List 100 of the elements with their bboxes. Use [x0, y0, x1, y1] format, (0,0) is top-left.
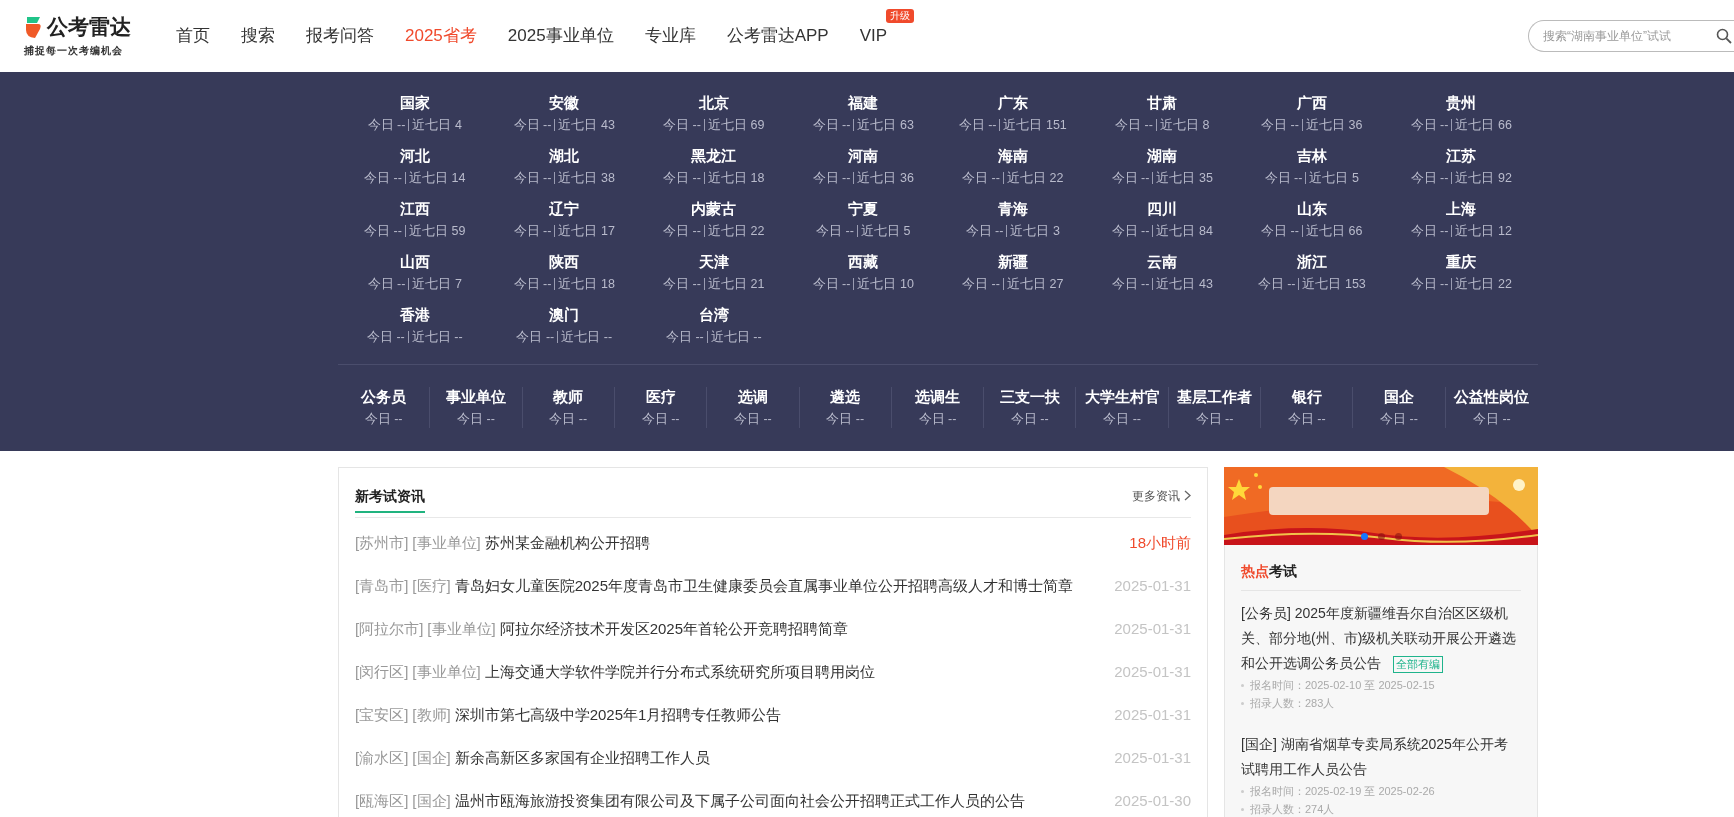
week-count: 近七日 59	[408, 223, 466, 240]
region-link[interactable]: 新疆	[997, 252, 1028, 272]
category-link[interactable]: 银行	[1291, 387, 1322, 407]
nav-link[interactable]: 首页	[176, 26, 210, 46]
region-link[interactable]: 天津	[698, 252, 729, 272]
category-link[interactable]: 选调	[737, 387, 768, 407]
week-count: 近七日 --	[561, 329, 613, 346]
region-link[interactable]: 内蒙古	[691, 199, 737, 219]
region-link[interactable]: 陕西	[549, 252, 580, 272]
today-count: 今日 --	[367, 276, 406, 293]
region-link[interactable]: 台湾	[698, 305, 729, 325]
week-count: 近七日 22	[1455, 276, 1512, 293]
region-link[interactable]: 云南	[1147, 252, 1178, 272]
nav-link[interactable]: 报考问答	[306, 26, 374, 46]
region-link[interactable]: 香港	[399, 305, 430, 325]
region-link[interactable]: 青海	[997, 199, 1028, 219]
region-link[interactable]: 甘肃	[1147, 93, 1178, 113]
news-link[interactable]: 温州市瓯海旅游投资集团有限公司及下属子公司面向社会公开招聘正式工作人员的公告	[454, 790, 1025, 813]
nav-link[interactable]: 专业库	[644, 26, 696, 46]
exam-info: 招录人数：274人	[1250, 802, 1335, 817]
category-link[interactable]: 事业单位	[445, 387, 506, 407]
section-title: 新考试资讯	[355, 486, 425, 513]
category-link[interactable]: 教师	[553, 387, 584, 407]
category-link[interactable]: 公益性岗位	[1454, 387, 1530, 407]
news-link[interactable]: 苏州某金融机构公开招聘	[484, 532, 650, 555]
tag-label: 全部有编	[1393, 656, 1443, 673]
week-count: 近七日 --	[411, 329, 463, 346]
region-link[interactable]: 吉林	[1296, 146, 1327, 166]
region-link[interactable]: 河南	[848, 146, 879, 166]
region-link[interactable]: 海南	[997, 146, 1028, 166]
week-count: 近七日 5	[860, 223, 911, 240]
category-tag: [事业单位]	[412, 661, 481, 684]
region-tag: [渝水区]	[355, 747, 409, 770]
week-count: 近七日 5	[1309, 170, 1359, 187]
week-count: 近七日 14	[408, 170, 466, 187]
today-count: 今日 --	[513, 276, 552, 293]
exam-link[interactable]: [公务员] 2025年度新疆维吾尔自治区区级机关、部分地(州、市)级机关联动开展公开遴选和公开选调公务员公告 全部有编	[1241, 601, 1521, 676]
region-link[interactable]: 北京	[698, 93, 729, 113]
region-link[interactable]: 国家	[399, 93, 430, 113]
region-link[interactable]: 湖北	[549, 146, 580, 166]
news-link[interactable]: 深圳市第七高级中学2025年1月招聘专任教师公告	[454, 704, 782, 727]
news-link[interactable]: 青岛妇女儿童医院2025年度青岛市卫生健康委员会直属事业单位公开招聘高级人才和博士简章	[454, 575, 1074, 598]
region-link[interactable]: 上海	[1446, 199, 1477, 219]
today-count: 今日 --	[1264, 170, 1303, 187]
region-link[interactable]: 西藏	[848, 252, 879, 272]
region-link[interactable]: 宁夏	[848, 199, 879, 219]
search-field[interactable]: 搜索“湖南事业单位”试试	[1528, 20, 1734, 52]
category-link[interactable]: 医疗	[645, 387, 676, 407]
week-count: 近七日 36	[857, 170, 914, 187]
region-link[interactable]: 江苏	[1446, 146, 1477, 166]
region-link[interactable]: 山东	[1296, 199, 1327, 219]
region-link[interactable]: 广东	[997, 93, 1028, 113]
nav-link[interactable]: VIP	[859, 26, 888, 46]
news-link[interactable]: 新余高新区多家国有企业招聘工作人员	[454, 747, 710, 770]
nav-link[interactable]: 2025事业单位	[507, 26, 614, 46]
category-link[interactable]: 选调生	[915, 387, 960, 407]
today-count: 今日 --	[962, 170, 1000, 187]
region-link[interactable]: 四川	[1147, 199, 1178, 219]
today-count: 今日 --	[1257, 276, 1296, 293]
search-icon[interactable]	[1716, 28, 1732, 44]
region-link[interactable]: 贵州	[1446, 93, 1477, 113]
region-link[interactable]: 澳门	[549, 305, 580, 325]
category-tag: [事业单位]	[412, 532, 481, 555]
today-count: 今日 --	[733, 411, 772, 428]
region-link[interactable]: 浙江	[1296, 252, 1327, 272]
category-link[interactable]: 三支一扶	[999, 387, 1060, 407]
region-link[interactable]: 广西	[1296, 93, 1327, 113]
category-tag: [医疗]	[412, 575, 451, 598]
category-link[interactable]: 遴选	[830, 387, 861, 407]
region-link[interactable]: 福建	[848, 93, 879, 113]
region-link[interactable]: 黑龙江	[691, 146, 737, 166]
category-link[interactable]: 基层工作者	[1176, 387, 1252, 407]
region-link[interactable]: 重庆	[1446, 252, 1477, 272]
exam-info: 报名时间：2025-02-10 至 2025-02-15	[1250, 678, 1435, 693]
category-link[interactable]: 公务员	[361, 387, 407, 407]
week-count: 近七日 36	[1305, 117, 1363, 134]
news-link[interactable]: 阿拉尔经济技术开发区2025年首轮公开竞聘招聘简章	[499, 618, 849, 641]
category-link[interactable]: 国企	[1384, 387, 1415, 407]
region-link[interactable]: 河北	[399, 146, 430, 166]
today-count: 今日 --	[965, 223, 1004, 240]
today-count: 今日 --	[1410, 223, 1449, 240]
week-count: 近七日 22	[707, 223, 765, 240]
region-link[interactable]: 山西	[399, 252, 430, 272]
region-link[interactable]: 安徽	[549, 93, 580, 113]
region-link[interactable]: 辽宁	[549, 199, 580, 219]
nav-link[interactable]: 2025省考	[405, 26, 477, 46]
region-link[interactable]: 江西	[399, 199, 430, 219]
today-count: 今日 --	[364, 170, 402, 187]
exam-link[interactable]: [国企] 湖南省烟草专卖局系统2025年公开考试聘用工作人员公告	[1241, 732, 1521, 782]
today-count: 今日 --	[513, 223, 552, 240]
category-link[interactable]: 大学生村官	[1084, 387, 1160, 407]
today-count: 今日 --	[366, 329, 405, 346]
nav-link[interactable]: 搜索	[241, 26, 275, 46]
week-count: 近七日 3	[1010, 223, 1060, 240]
today-count: 今日 --	[1410, 117, 1449, 134]
region-link[interactable]: 湖南	[1147, 146, 1178, 166]
today-count: 今日 --	[663, 276, 701, 293]
news-link[interactable]: 上海交通大学软件学院并行分布式系统研究所项目聘用岗位	[484, 661, 875, 684]
more-link[interactable]: 更多资讯	[1132, 486, 1191, 505]
nav-link[interactable]: 公考雷达APP	[726, 26, 829, 46]
